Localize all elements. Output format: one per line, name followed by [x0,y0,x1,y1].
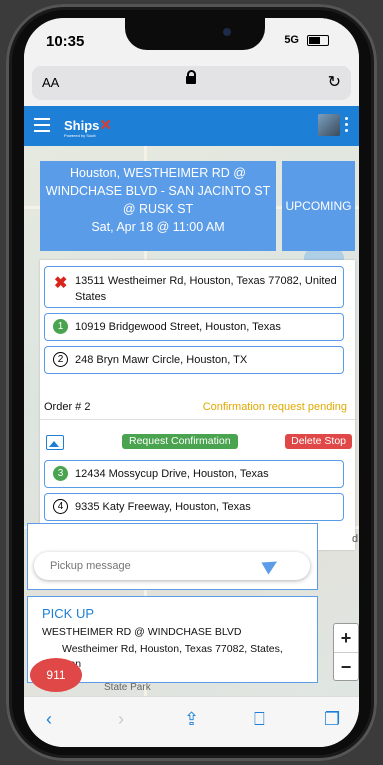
reload-icon[interactable]: ↻ [328,72,341,92]
stop-number-badge: 2 [53,352,68,367]
logo-text: Ships [64,118,100,133]
origin-x-icon: ✖ [54,275,68,292]
app-logo[interactable]: Ships✕ Powered by Soutt [64,116,112,138]
back-chevron-icon[interactable]: ‹ [46,709,52,730]
stop-address: 13511 Westheimer Rd, Houston, Texas 7708… [75,275,337,303]
screen: 10:35 5G AA ↻ Ships✕ Powered by Soutt Ho… [24,18,359,747]
stop-item-2[interactable]: 2 248 Bryn Mawr Circle, Houston, TX [44,346,344,374]
stop-number-badge: 1 [53,319,68,334]
stop-address: 9335 Katy Freeway, Houston, Texas [75,501,251,513]
delete-stop-button[interactable]: Delete Stop [285,434,352,449]
trip-summary[interactable]: Houston, WESTHEIMER RD @ WINDCHASE BLVD … [40,161,276,251]
battery-icon [307,35,329,46]
trip-status-badge: UPCOMING [282,161,355,251]
pickup-street: WESTHEIMER RD @ WINDCHASE BLVD [42,626,242,638]
request-confirmation-button[interactable]: Request Confirmation [122,434,238,449]
tabs-icon[interactable]: ❐ [324,709,340,730]
notch [125,18,265,50]
stop-number-badge: 3 [53,466,68,481]
divider [40,419,355,420]
stop-address: 12434 Mossycup Drive, Houston, Texas [75,468,269,480]
stop-number-badge: 4 [53,499,68,514]
stop-item-4[interactable]: 4 9335 Katy Freeway, Houston, Texas [44,493,344,521]
stops-panel: ✖ 13511 Westheimer Rd, Houston, Texas 77… [40,260,355,550]
zoom-out-button[interactable]: − [334,652,358,681]
phone-frame: 10:35 5G AA ↻ Ships✕ Powered by Soutt Ho… [0,0,383,765]
image-icon[interactable] [46,435,64,450]
trip-line: WINDCHASE BLVD - SAN JACINTO ST [45,184,271,198]
pickup-title: PICK UP [42,606,95,621]
pickup-address: Westheimer Rd, Houston, Texas 77082, Sta… [42,643,283,670]
confirmation-status: Confirmation request pending [202,401,347,413]
zoom-in-button[interactable]: + [334,624,358,652]
stop-item-3[interactable]: 3 12434 Mossycup Drive, Houston, Texas [44,460,344,488]
front-camera [223,28,231,36]
hamburger-menu-icon[interactable] [34,118,50,132]
address-bar[interactable]: AA ↻ [32,66,351,100]
stop-address: 248 Bryn Mawr Circle, Houston, TX [75,354,248,366]
map-edge-label: d [352,533,359,545]
text-size-button[interactable]: AA [42,75,59,90]
bookmarks-icon[interactable]: ⎕ [254,709,265,730]
pickup-message-box [27,523,318,590]
trip-line: Houston, WESTHEIMER RD @ [70,166,246,180]
lock-icon [186,70,196,84]
app-header: Ships✕ Powered by Soutt [24,106,359,146]
map-zoom-control: + − [333,623,359,681]
safari-bottom-bar: ‹ › ⇪ ⎕ ❐ [24,696,359,747]
map-label-state-park: State Park [104,682,151,693]
trip-line: @ RUSK ST [122,202,194,216]
share-icon[interactable]: ⇪ [184,709,199,730]
logo-x-icon: ✕ [99,117,112,134]
trip-datetime: Sat, Apr 18 @ 11:00 AM [91,220,225,234]
network-indicator: 5G [284,34,299,46]
stop-item-origin[interactable]: ✖ 13511 Westheimer Rd, Houston, Texas 77… [44,266,344,308]
status-time: 10:35 [46,33,85,50]
stop-item-1[interactable]: 1 10919 Bridgewood Street, Houston, Texa… [44,313,344,341]
user-avatar[interactable] [318,114,340,136]
order-label: Order # 2 [44,401,91,413]
emergency-911-button[interactable]: 911 [30,658,82,692]
safari-toolbar: AA ↻ [24,62,359,106]
more-options-icon[interactable] [345,117,349,135]
forward-chevron-icon[interactable]: › [118,709,124,730]
stop-address: 10919 Bridgewood Street, Houston, Texas [75,321,281,333]
